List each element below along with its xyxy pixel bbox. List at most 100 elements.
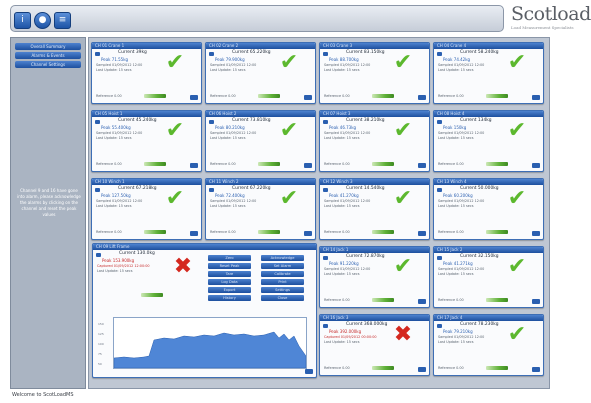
go-button[interactable]	[532, 95, 540, 100]
panel-reference: Reference 0.00	[438, 162, 464, 166]
channel-panel[interactable]: CH 03 Crane 3 Current 83.150kg Peak 88.7…	[319, 42, 430, 104]
channel-panel[interactable]: CH 07 Hoist 3 Current 38.210kg Peak 46.7…	[319, 110, 430, 172]
go-button[interactable]	[304, 163, 312, 168]
panel-header: CH 06 Hoist 2	[206, 111, 315, 117]
panel-current: Current 38.210kg	[346, 118, 385, 123]
go-button[interactable]	[532, 163, 540, 168]
go-button[interactable]	[532, 231, 540, 236]
graph-axis-label: 100	[98, 342, 104, 346]
big-panel-header: CH 09 Lift Frame	[93, 244, 316, 250]
channel-button[interactable]	[323, 188, 328, 192]
panel-current: Current 368.000kg	[346, 322, 388, 327]
menu-button-settings[interactable]: Settings	[261, 287, 304, 293]
go-button[interactable]	[418, 367, 426, 372]
panel-lastupdate: Last Update: 15 secs	[96, 68, 132, 72]
channel-button[interactable]	[323, 52, 328, 56]
go-button[interactable]	[418, 95, 426, 100]
big-panel[interactable]: CH 09 Lift Frame Current 130.0kg Peak 15…	[92, 243, 317, 378]
panel-reference: Reference 0.00	[438, 230, 464, 234]
channel-panel[interactable]: CH 11 Winch 2 Current 67.220kg Peak 72.4…	[205, 178, 316, 240]
go-button[interactable]	[190, 163, 198, 168]
panel-current: Current 83.150kg	[346, 50, 385, 55]
channel-button[interactable]	[437, 120, 442, 124]
channel-panel[interactable]: CH 12 Winch 3 Current 14.540kg Peak 41.2…	[319, 178, 430, 240]
channel-button[interactable]	[323, 324, 328, 328]
go-button[interactable]	[190, 95, 198, 100]
level-bars	[144, 230, 166, 234]
sidebar-button-summary[interactable]: Overall Summary	[15, 43, 81, 50]
go-button[interactable]	[304, 231, 312, 236]
panel-peak: Peak 41.271kg	[443, 261, 473, 266]
channel-button[interactable]	[437, 324, 442, 328]
menu-button-calibrate[interactable]: Calibrate	[261, 271, 304, 277]
status-bar: Welcome to ScotLoadMS	[12, 392, 74, 398]
channel-button[interactable]	[437, 52, 442, 56]
panel-peak: Peak 55.400kg	[101, 125, 131, 130]
menu-button-zero[interactable]: Zero	[208, 255, 251, 261]
panel-reference: Reference 0.00	[324, 162, 350, 166]
channel-button[interactable]	[95, 188, 100, 192]
channel-panel[interactable]: CH 01 Crane 1 Current 39kg Peak 71.55kg …	[91, 42, 202, 104]
go-button[interactable]	[305, 369, 313, 374]
channel-button[interactable]	[437, 188, 442, 192]
info-button[interactable]: i	[14, 12, 31, 29]
panel-peak: Peak 91.220kg	[329, 261, 359, 266]
menu-button-print[interactable]: Print	[261, 279, 304, 285]
graph-axis-label: 75	[98, 352, 102, 356]
level-bars	[486, 366, 508, 370]
menu-button-tare[interactable]: Tare	[208, 271, 251, 277]
sidebar-button-settings[interactable]: Channel Settings	[15, 61, 81, 68]
channel-panel[interactable]: CH 14 Jack 1 Current 72.870kg Peak 91.22…	[319, 246, 430, 308]
channel-panel[interactable]: CH 17 Jack 4 Current 78.230kg Peak 79.21…	[433, 314, 544, 376]
menu-button-reset-peak[interactable]: Reset Peak	[208, 263, 251, 269]
globe-button[interactable]: ●	[34, 12, 51, 29]
level-bars	[372, 366, 394, 370]
logo-name: Scotload	[511, 3, 591, 25]
menu-button-history[interactable]: History	[208, 295, 251, 301]
menu-button-export[interactable]: Export	[208, 287, 251, 293]
channel-panel[interactable]: CH 10 Winch 1 Current 67.218kg Peak 127.…	[91, 178, 202, 240]
panel-lastupdate: Last Update: 15 secs	[324, 272, 360, 276]
channel-button[interactable]	[323, 256, 328, 260]
go-button[interactable]	[418, 231, 426, 236]
channel-button[interactable]	[95, 120, 100, 124]
menu-button[interactable]: ≡	[54, 12, 71, 29]
channel-button[interactable]	[96, 253, 101, 257]
panel-peak: Peak 74.42kg	[443, 57, 471, 62]
channel-panel[interactable]: CH 15 Jack 2 Current 32.150kg Peak 41.27…	[433, 246, 544, 308]
go-button[interactable]	[190, 231, 198, 236]
channel-panel[interactable]: CH 06 Hoist 2 Current 73.810kg Peak 80.2…	[205, 110, 316, 172]
panel-time: Sampled 01/09/2012 12:00	[324, 267, 371, 271]
panel-header: CH 12 Winch 3	[320, 179, 429, 185]
channel-panel[interactable]: CH 08 Hoist 4 Current 134kg Peak 150kg S…	[433, 110, 544, 172]
go-button[interactable]	[304, 95, 312, 100]
go-button[interactable]	[418, 299, 426, 304]
panel-time: Sampled 01/09/2012 12:00	[438, 199, 485, 203]
go-button[interactable]	[532, 367, 540, 372]
channel-button[interactable]	[209, 188, 214, 192]
channel-button[interactable]	[95, 52, 100, 56]
channel-panel[interactable]: CH 02 Crane 2 Current 65.220kg Peak 79.9…	[205, 42, 316, 104]
graph-axis-label: 125	[98, 332, 104, 336]
channel-button[interactable]	[323, 120, 328, 124]
panel-lastupdate: Last Update: 15 secs	[438, 272, 474, 276]
channel-button[interactable]	[209, 120, 214, 124]
panel-header: CH 02 Crane 2	[206, 43, 315, 49]
channel-panel[interactable]: CH 04 Crane 4 Current 58.240kg Peak 74.4…	[433, 42, 544, 104]
sidebar-button-alarms[interactable]: Alarms & Events	[15, 52, 81, 59]
menu-button-acknowledge[interactable]: Acknowledge	[261, 255, 304, 261]
go-button[interactable]	[418, 163, 426, 168]
channel-button[interactable]	[209, 52, 214, 56]
menu-button-log-data[interactable]: Log Data	[208, 279, 251, 285]
panel-current: Current 67.220kg	[232, 186, 271, 191]
channel-panel[interactable]: CH 16 Jack 3 Current 368.000kg Peak 392.…	[319, 314, 430, 376]
menu-button-close[interactable]: Close	[261, 295, 304, 301]
channel-panel[interactable]: CH 05 Hoist 1 Current 45.240kg Peak 55.4…	[91, 110, 202, 172]
graph-axis-label: 50	[98, 362, 102, 366]
menu-button-set-alarm[interactable]: Set Alarm	[261, 263, 304, 269]
channel-button[interactable]	[437, 256, 442, 260]
panel-reference: Reference 0.00	[96, 162, 122, 166]
panel-time: Captured 01/09/2012 00:00:00	[324, 335, 377, 339]
go-button[interactable]	[532, 299, 540, 304]
channel-panel[interactable]: CH 13 Winch 4 Current 50.000kg Peak 60.2…	[433, 178, 544, 240]
